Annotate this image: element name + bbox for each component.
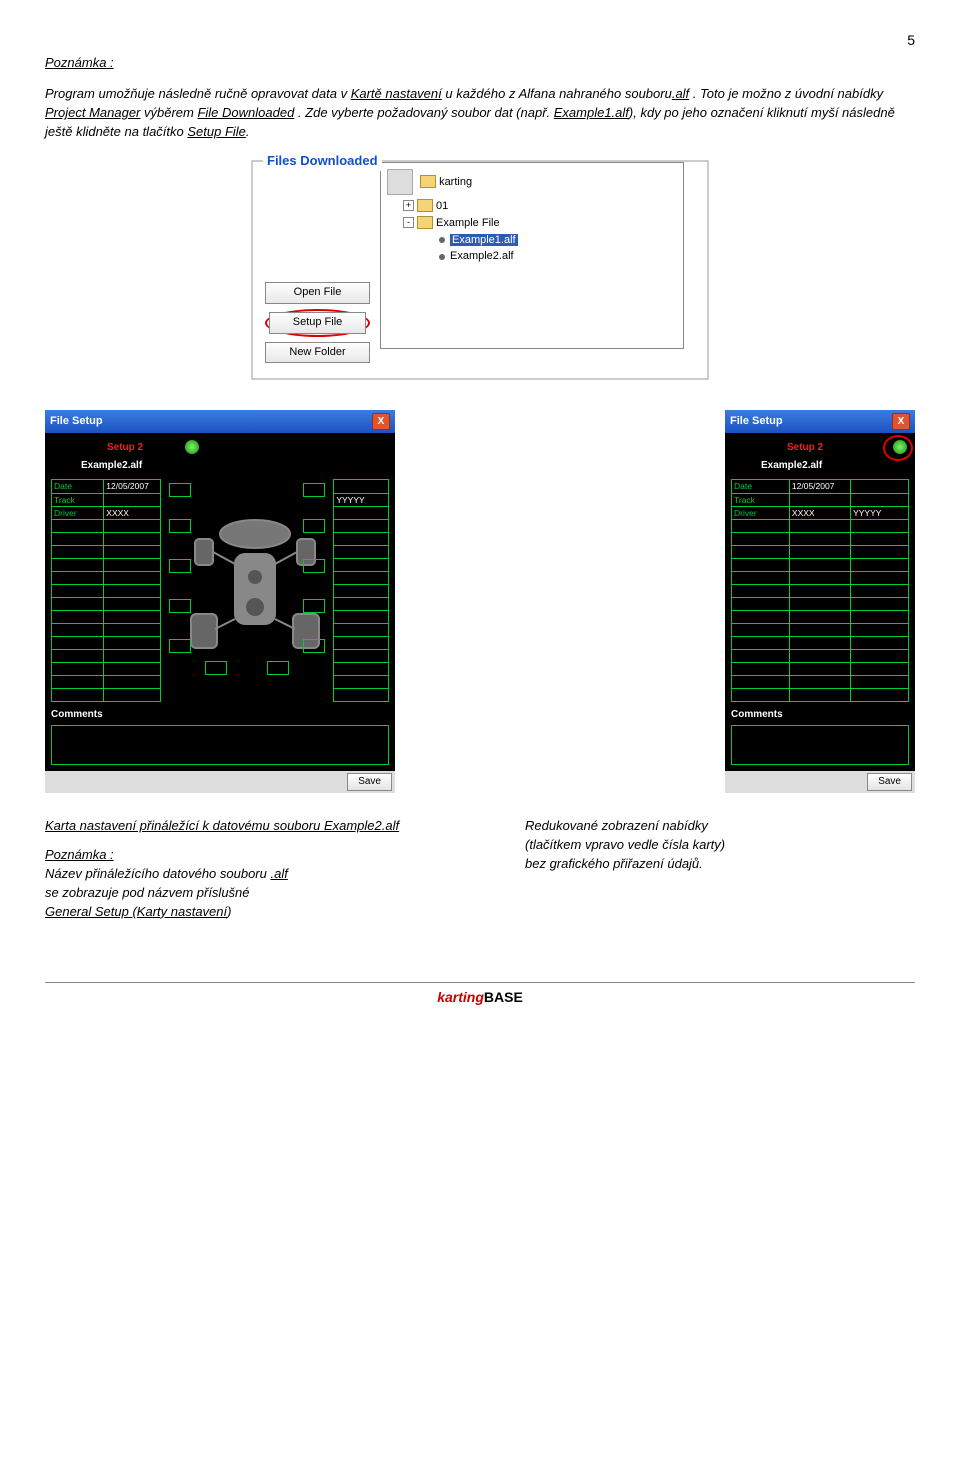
collapse-icon[interactable]: -	[403, 217, 414, 228]
open-file-button[interactable]: Open File	[265, 282, 370, 304]
comments-label: Comments	[51, 708, 389, 723]
file-setup-window-large: File Setup X Setup 2 Example2.alf Date12…	[45, 410, 395, 793]
tree-node-examplefile[interactable]: Example File	[436, 217, 500, 229]
window-title: File Setup	[50, 414, 103, 430]
folder-icon	[417, 199, 433, 212]
folder-icon	[417, 216, 433, 229]
drive-icon	[387, 169, 413, 195]
paragraph-1: Program umožňuje následně ručně opravova…	[45, 85, 915, 142]
kart-diagram	[165, 479, 329, 679]
caption-right: Redukované zobrazení nabídky (tlačítkem …	[525, 817, 825, 921]
note-heading: Poznámka :	[45, 54, 915, 73]
red-highlight	[883, 435, 913, 461]
setup-filename: Example2.alf	[81, 459, 389, 474]
files-legend: Files Downloaded	[263, 152, 382, 171]
close-icon[interactable]: X	[892, 413, 910, 430]
page-number: 5	[45, 30, 915, 50]
file-tree[interactable]: karting +01 - Example File Example1.alf E…	[380, 162, 684, 349]
close-icon[interactable]: X	[372, 413, 390, 430]
files-downloaded-panel: Files Downloaded Open File Setup File Ne…	[251, 160, 709, 381]
comments-input[interactable]	[731, 725, 909, 765]
folder-icon	[420, 175, 436, 188]
setup-filename: Example2.alf	[761, 459, 909, 474]
logo-karting: karting	[437, 989, 484, 1005]
comments-input[interactable]	[51, 725, 389, 765]
comments-label: Comments	[731, 708, 909, 723]
save-button[interactable]: Save	[347, 773, 392, 792]
logo-base: BASE	[484, 989, 523, 1005]
tree-file-example1[interactable]: Example1.alf	[450, 234, 518, 246]
tree-node-karting[interactable]: karting	[439, 176, 472, 188]
tree-file-example2[interactable]: Example2.alf	[450, 250, 514, 262]
save-button[interactable]: Save	[867, 773, 912, 792]
footer: kartingBASE	[45, 982, 915, 1008]
setup-table-left: Date12/05/2007 Track DriverXXXX	[51, 479, 161, 702]
caption-left: Karta nastavení přináležící k datovému s…	[45, 817, 425, 921]
setup-header: Setup 2	[107, 441, 389, 456]
setup-table-compact: Date12/05/2007 Track DriverXXXXYYYYY	[731, 479, 909, 702]
tree-node-01[interactable]: 01	[436, 200, 448, 212]
file-setup-window-small: File Setup X Setup 2 Example2.alf Date12…	[725, 410, 915, 793]
setup-table-right: YYYYY	[333, 479, 389, 702]
file-icon	[439, 254, 445, 260]
setup-file-button[interactable]: Setup File	[269, 312, 366, 334]
new-folder-button[interactable]: New Folder	[265, 342, 370, 364]
expand-icon[interactable]: +	[403, 200, 414, 211]
file-icon	[439, 237, 445, 243]
window-title: File Setup	[730, 414, 783, 430]
